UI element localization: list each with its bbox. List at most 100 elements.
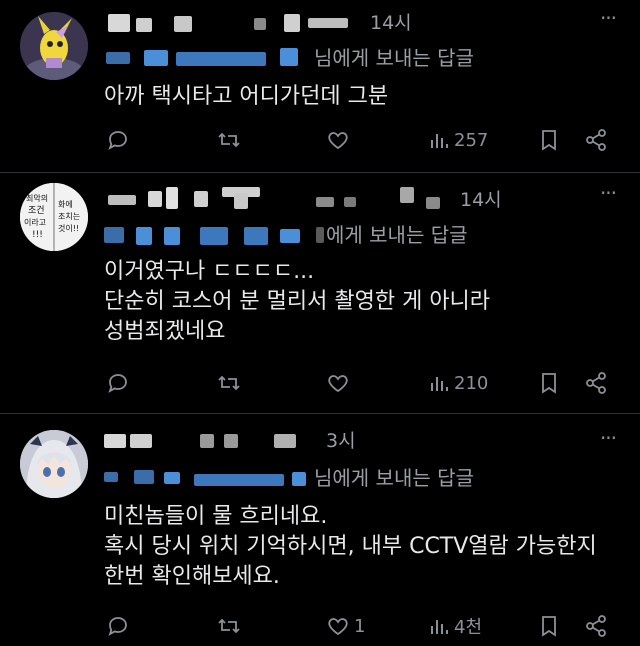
redacted-mention — [134, 470, 154, 484]
bookmark-button[interactable] — [538, 612, 560, 640]
avatar[interactable]: 최악의 조건 이라고 !!! 화에 조치는 것이!! — [20, 183, 88, 251]
replying-to: 님에게 보내는 답글 — [104, 464, 600, 492]
reply-button[interactable] — [106, 126, 134, 154]
replying-to-label: 님에게 보내는 답글 — [314, 46, 474, 70]
retweet-icon — [218, 375, 240, 391]
views-button[interactable]: 4천 — [428, 612, 482, 640]
action-bar: 210 — [104, 369, 620, 397]
timestamp[interactable]: 14시 — [460, 189, 502, 211]
redacted-handle — [426, 197, 440, 209]
reply-icon — [108, 617, 127, 636]
retweet-button[interactable] — [216, 369, 246, 397]
redacted-mention — [164, 227, 180, 245]
replies-feed: 14시 ··· 님에게 보내는 답글 아까 택시타고 어디가던데 그분 257 … — [0, 0, 640, 646]
analytics-icon — [431, 134, 448, 148]
reply-icon — [108, 374, 127, 393]
reply-icon — [108, 131, 127, 150]
reply-button[interactable] — [106, 369, 134, 397]
like-button[interactable] — [326, 369, 354, 397]
replying-to-label: 에게 보내는 답글 — [326, 223, 468, 247]
redacted-username — [130, 434, 152, 448]
redacted-mention — [164, 472, 180, 484]
share-icon — [586, 372, 606, 394]
more-options-icon[interactable]: ··· — [596, 428, 620, 454]
retweet-button[interactable] — [216, 612, 246, 640]
more-options-icon[interactable]: ··· — [596, 8, 620, 34]
bookmark-icon — [542, 130, 556, 151]
share-icon — [586, 615, 606, 637]
retweet-button[interactable] — [216, 126, 246, 154]
redacted-username — [194, 191, 208, 207]
avatar[interactable] — [20, 430, 88, 498]
timestamp[interactable]: 3시 — [326, 430, 356, 452]
redacted-username — [148, 191, 162, 207]
redacted-mention — [194, 474, 284, 486]
anime-girl-avatar-icon — [20, 430, 88, 498]
reply-text: 아까 택시타고 어디가던데 그분 — [104, 84, 389, 109]
like-button[interactable] — [326, 126, 354, 154]
action-bar: 1 4천 — [104, 612, 620, 640]
svg-text:조건: 조건 — [28, 205, 45, 216]
share-button[interactable] — [584, 369, 608, 397]
svg-text:조치는: 조치는 — [58, 212, 80, 221]
analytics-icon — [431, 620, 448, 634]
redacted-handle — [274, 434, 296, 448]
bookmark-icon — [542, 616, 556, 637]
redacted-handle — [316, 197, 334, 207]
svg-text:화에: 화에 — [58, 200, 73, 209]
reply-button[interactable] — [106, 612, 134, 640]
redacted-mention — [176, 52, 266, 66]
redacted-mention — [144, 50, 168, 66]
heart-icon — [328, 618, 348, 636]
reply-text: 이거였구나 ㄷㄷㄷㄷ... 단순히 코스어 분 멀리서 촬영한 게 아니라 성범… — [104, 259, 491, 344]
redacted-handle — [200, 434, 214, 448]
views-button[interactable]: 210 — [428, 369, 488, 397]
more-options-icon[interactable]: ··· — [596, 183, 620, 209]
svg-text:최악의: 최악의 — [26, 193, 48, 203]
like-count: 1 — [354, 615, 366, 637]
redacted-handle — [284, 14, 300, 32]
like-button[interactable]: 1 — [326, 612, 365, 640]
reply-header: 3시 — [104, 426, 600, 454]
redacted-username — [136, 18, 152, 32]
redacted-username — [234, 193, 248, 209]
avatar[interactable] — [20, 12, 88, 80]
replying-to: 님에게 보내는 답글 — [104, 44, 600, 72]
reply-item[interactable]: 3시 ··· 님에게 보내는 답글 미친놈들이 물 흐리네요. 혹시 당시 위치… — [0, 414, 640, 646]
action-bar: 257 — [104, 126, 620, 154]
bookmark-button[interactable] — [538, 126, 560, 154]
redacted-mention — [106, 52, 130, 64]
share-button[interactable] — [584, 612, 608, 640]
svg-text:이라고: 이라고 — [24, 217, 46, 227]
redacted-mention — [200, 227, 228, 245]
views-button[interactable]: 257 — [428, 126, 488, 154]
timestamp[interactable]: 14시 — [370, 12, 412, 34]
yellow-pokemon-avatar-icon — [20, 12, 88, 80]
heart-icon — [328, 375, 348, 393]
redacted-handle — [254, 18, 266, 30]
redacted-username — [108, 195, 136, 205]
redacted-handle — [344, 197, 356, 207]
redacted-username — [174, 16, 192, 32]
reply-text: 미친놈들이 물 흐리네요. 혹시 당시 위치 기억하시면, 내부 CCTV열람 … — [104, 504, 597, 589]
reply-header: 14시 — [104, 8, 600, 36]
redacted-mention — [280, 48, 298, 66]
redacted-handle — [308, 18, 348, 28]
redacted-handle — [224, 434, 238, 448]
replying-to: 에게 보내는 답글 — [104, 221, 600, 249]
reply-header: 14시 — [104, 183, 600, 211]
redacted-mention — [280, 229, 300, 243]
svg-text:것이!!: 것이!! — [58, 223, 79, 233]
redacted-username — [166, 187, 178, 209]
redacted-handle — [400, 187, 414, 203]
reply-item[interactable]: 14시 ··· 님에게 보내는 답글 아까 택시타고 어디가던데 그분 257 — [0, 0, 640, 172]
retweet-icon — [218, 132, 240, 148]
redacted-mention — [244, 227, 268, 245]
reply-item[interactable]: 최악의 조건 이라고 !!! 화에 조치는 것이!! 14시 ··· 에게 보내… — [0, 173, 640, 413]
heart-icon — [328, 132, 348, 150]
redacted-mention — [104, 472, 118, 482]
bookmark-button[interactable] — [538, 369, 560, 397]
share-button[interactable] — [584, 126, 608, 154]
redacted-mention — [104, 227, 124, 243]
redacted-username — [104, 434, 126, 448]
